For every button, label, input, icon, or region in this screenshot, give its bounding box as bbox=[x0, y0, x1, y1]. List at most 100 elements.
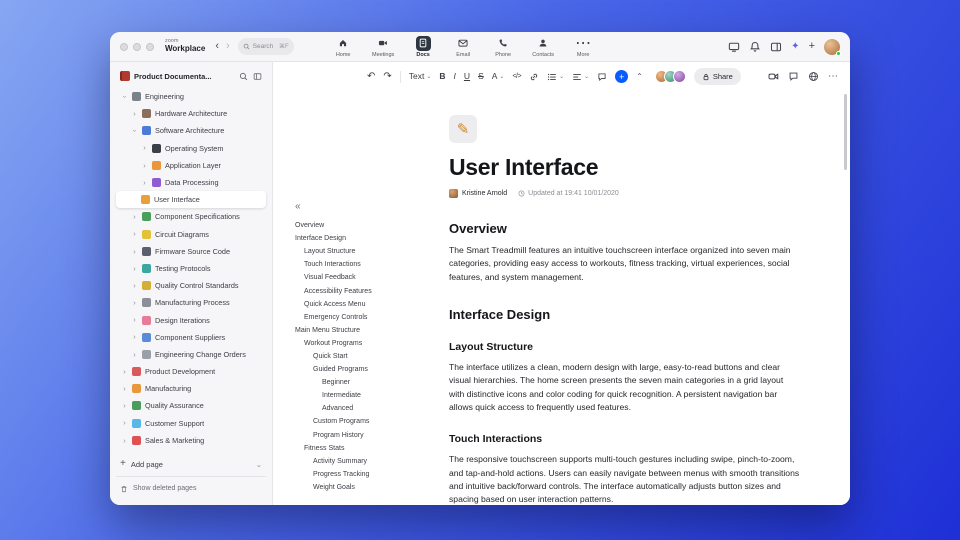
forward-button[interactable]: › bbox=[226, 41, 230, 52]
chevron-right-icon[interactable]: › bbox=[121, 419, 128, 427]
tab-phone[interactable]: Phone bbox=[488, 36, 519, 58]
sidebar-item-operating-system[interactable]: › Operating System bbox=[116, 140, 266, 157]
outline-item-program-history[interactable]: Program History bbox=[295, 429, 423, 442]
chevron-right-icon[interactable]: › bbox=[131, 265, 138, 273]
sidebar-item-manufacturing[interactable]: › Manufacturing bbox=[116, 380, 266, 397]
sidebar-item-firmware-source-code[interactable]: › Firmware Source Code bbox=[116, 243, 266, 260]
share-screen-icon[interactable] bbox=[728, 41, 740, 53]
sidebar-item-customer-support[interactable]: › Customer Support bbox=[116, 415, 266, 432]
outline-item-activity-summary[interactable]: Activity Summary bbox=[295, 455, 423, 468]
sidebar-item-testing-protocols[interactable]: › Testing Protocols bbox=[116, 260, 266, 277]
align-dropdown[interactable]: ⌄ bbox=[572, 72, 589, 82]
outline-item-guided-programs[interactable]: Guided Programs bbox=[295, 363, 423, 376]
redo-button[interactable]: ↷ bbox=[383, 71, 391, 82]
tab-docs[interactable]: Docs bbox=[408, 35, 439, 58]
outline-item-emergency-controls[interactable]: Emergency Controls bbox=[295, 311, 423, 324]
sidebar-search-icon[interactable] bbox=[239, 72, 248, 81]
side-panel-icon[interactable] bbox=[770, 41, 782, 53]
chevron-right-icon[interactable]: › bbox=[131, 316, 138, 324]
outline-item-advanced[interactable]: Advanced bbox=[295, 402, 423, 415]
outline-item-custom-programs[interactable]: Custom Programs bbox=[295, 415, 423, 428]
page-emoji-icon[interactable]: ✎ bbox=[449, 115, 477, 143]
chevron-right-icon[interactable]: › bbox=[121, 368, 128, 376]
zoom-window-button[interactable] bbox=[146, 42, 154, 51]
outline-item-beginner[interactable]: Beginner bbox=[295, 376, 423, 389]
more-options-button[interactable]: ⋯ bbox=[828, 71, 838, 82]
collapse-toolbar-button[interactable]: ⌃ bbox=[636, 72, 643, 81]
list-dropdown[interactable]: ⌄ bbox=[547, 72, 564, 82]
tab-more[interactable]: ⋯ More bbox=[568, 35, 599, 58]
back-button[interactable]: ‹ bbox=[215, 41, 219, 52]
tab-contacts[interactable]: Contacts bbox=[528, 36, 559, 58]
sidebar-item-hardware-architecture[interactable]: › Hardware Architecture bbox=[116, 105, 266, 122]
italic-button[interactable]: I bbox=[454, 72, 456, 81]
sidebar-item-software-architecture[interactable]: › Software Architecture bbox=[116, 122, 266, 139]
text-color-dropdown[interactable]: A ⌄ bbox=[492, 72, 505, 81]
sidebar-item-user-interface[interactable]: User Interface bbox=[116, 191, 266, 209]
chevron-right-icon[interactable]: › bbox=[141, 179, 148, 187]
user-avatar[interactable] bbox=[824, 38, 841, 56]
sidebar-item-engineering[interactable]: › Engineering bbox=[116, 88, 266, 105]
outline-item-interface-design[interactable]: Interface Design bbox=[295, 232, 423, 245]
chevron-right-icon[interactable]: › bbox=[131, 299, 138, 307]
chevron-down-icon[interactable]: › bbox=[130, 127, 139, 134]
chevron-right-icon[interactable]: › bbox=[131, 351, 138, 359]
sidebar-item-component-specifications[interactable]: › Component Specifications bbox=[116, 208, 266, 225]
collaborator-avatar[interactable] bbox=[672, 70, 686, 83]
outline-item-visual-feedback[interactable]: Visual Feedback bbox=[295, 271, 423, 284]
code-button[interactable]: </> bbox=[512, 73, 521, 80]
outline-item-intermediate[interactable]: Intermediate bbox=[295, 389, 423, 402]
chevron-right-icon[interactable]: › bbox=[131, 230, 138, 238]
chevron-right-icon[interactable]: › bbox=[141, 144, 148, 152]
sidebar-item-data-processing[interactable]: › Data Processing bbox=[116, 174, 266, 191]
sidebar-item-product-development[interactable]: › Product Development bbox=[116, 363, 266, 380]
tab-meetings[interactable]: Meetings bbox=[368, 36, 399, 58]
bold-button[interactable]: B bbox=[439, 72, 445, 81]
chevron-down-icon[interactable]: › bbox=[120, 93, 129, 100]
sidebar-item-design-iterations[interactable]: › Design Iterations bbox=[116, 311, 266, 328]
sidebar-item-quality-assurance[interactable]: › Quality Assurance bbox=[116, 397, 266, 414]
tab-home[interactable]: Home bbox=[328, 36, 359, 58]
chevron-right-icon[interactable]: › bbox=[131, 282, 138, 290]
chevron-right-icon[interactable]: › bbox=[141, 162, 148, 170]
chat-bubble-icon[interactable] bbox=[788, 71, 799, 82]
ai-companion-icon[interactable]: ✦ bbox=[791, 41, 799, 52]
outline-item-progress-tracking[interactable]: Progress Tracking bbox=[295, 468, 423, 481]
workspace-header[interactable]: Product Documenta... bbox=[110, 71, 272, 88]
video-camera-icon[interactable] bbox=[768, 71, 779, 82]
chevron-right-icon[interactable]: › bbox=[131, 248, 138, 256]
sidebar-item-sales-marketing[interactable]: › Sales & Marketing bbox=[116, 432, 266, 449]
collapse-outline-button[interactable]: « bbox=[295, 202, 423, 212]
outline-item-fitness-stats[interactable]: Fitness Stats bbox=[295, 442, 423, 455]
chevron-down-icon[interactable]: ⌄ bbox=[256, 460, 262, 469]
chevron-right-icon[interactable]: › bbox=[121, 437, 128, 445]
sidebar-item-component-suppliers[interactable]: › Component Suppliers bbox=[116, 329, 266, 346]
chevron-right-icon[interactable]: › bbox=[121, 385, 128, 393]
outline-item-layout-structure[interactable]: Layout Structure bbox=[295, 245, 423, 258]
chevron-right-icon[interactable]: › bbox=[121, 402, 128, 410]
globe-icon[interactable] bbox=[808, 71, 819, 82]
strikethrough-button[interactable]: S bbox=[478, 72, 484, 81]
chevron-right-icon[interactable]: › bbox=[131, 333, 138, 341]
window-scrollbar[interactable] bbox=[844, 94, 847, 170]
chevron-right-icon[interactable]: › bbox=[131, 213, 138, 221]
outline-item-main-menu-structure[interactable]: Main Menu Structure bbox=[295, 324, 423, 337]
outline-item-overview[interactable]: Overview bbox=[295, 219, 423, 232]
sidebar-item-engineering-change-orders[interactable]: › Engineering Change Orders bbox=[116, 346, 266, 363]
sidebar-item-application-layer[interactable]: › Application Layer bbox=[116, 157, 266, 174]
outline-item-weight-goals[interactable]: Weight Goals bbox=[295, 481, 423, 494]
outline-item-quick-access-menu[interactable]: Quick Access Menu bbox=[295, 298, 423, 311]
show-deleted-pages-button[interactable]: Show deleted pages bbox=[120, 481, 262, 496]
outline-item-touch-interactions[interactable]: Touch Interactions bbox=[295, 258, 423, 271]
share-button[interactable]: Share bbox=[693, 68, 741, 85]
global-search-input[interactable]: Search ⌘F bbox=[237, 38, 294, 55]
outline-item-workout-programs[interactable]: Workout Programs bbox=[295, 337, 423, 350]
collapse-sidebar-icon[interactable] bbox=[253, 72, 262, 81]
sidebar-item-quality-control-standards[interactable]: › Quality Control Standards bbox=[116, 277, 266, 294]
chevron-right-icon[interactable]: › bbox=[131, 110, 138, 118]
link-button[interactable] bbox=[529, 72, 539, 82]
text-style-dropdown[interactable]: Text ⌄ bbox=[409, 72, 432, 81]
minimize-window-button[interactable] bbox=[133, 42, 141, 51]
sidebar-item-circuit-diagrams[interactable]: › Circuit Diagrams bbox=[116, 226, 266, 243]
outline-item-accessibility-features[interactable]: Accessibility Features bbox=[295, 284, 423, 297]
